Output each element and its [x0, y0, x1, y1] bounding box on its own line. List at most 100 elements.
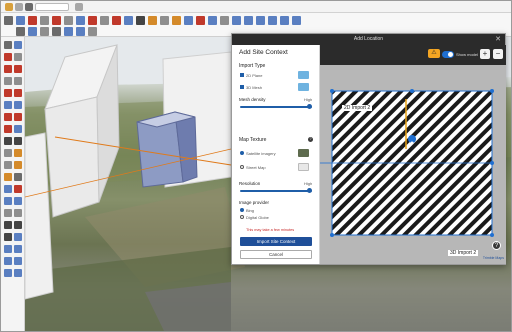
tape-icon[interactable] [136, 16, 145, 25]
close-icon[interactable]: ✕ [495, 34, 501, 45]
location-map[interactable]: ⚠ Show model + − 2D Import 2 3D Import 2… [320, 45, 506, 264]
look-around-icon[interactable] [4, 233, 12, 241]
zoom-window-icon[interactable] [14, 197, 22, 205]
arc-icon[interactable] [40, 16, 49, 25]
radio-satellite[interactable] [240, 151, 244, 155]
arc-tool-icon[interactable] [4, 89, 12, 97]
cancel-button[interactable]: Cancel [240, 250, 312, 259]
radio-street-map[interactable] [240, 165, 244, 169]
eraser-tool-icon[interactable] [14, 173, 22, 181]
checkbox-3d-mesh[interactable] [240, 85, 244, 89]
select-tool-icon[interactable] [4, 16, 13, 25]
top-view-icon[interactable] [244, 16, 253, 25]
move-tool-icon[interactable] [4, 113, 12, 121]
text-icon[interactable] [148, 16, 157, 25]
smoove-icon[interactable] [14, 245, 22, 253]
textured-icon[interactable] [76, 27, 85, 36]
zoom-tool-icon[interactable] [4, 197, 12, 205]
sandbox-icon[interactable] [4, 245, 12, 253]
offset-tool-icon[interactable] [14, 125, 22, 133]
checkbox-2d-plane[interactable] [240, 73, 244, 77]
zoom-extents-icon[interactable] [220, 16, 229, 25]
xray-icon[interactable] [28, 27, 37, 36]
paint-icon[interactable] [172, 16, 181, 25]
pie-icon[interactable] [14, 89, 22, 97]
freehand-icon[interactable] [14, 53, 22, 61]
handle-tl[interactable] [330, 89, 334, 93]
show-model-toggle[interactable] [442, 51, 454, 58]
resolution-knob[interactable] [307, 188, 312, 193]
zoom-icon[interactable] [208, 16, 217, 25]
resolution-slider[interactable] [240, 188, 312, 193]
shaded-icon[interactable] [64, 27, 73, 36]
right-view-icon[interactable] [268, 16, 277, 25]
position-camera-icon[interactable] [4, 221, 12, 229]
drape-icon[interactable] [14, 257, 22, 265]
menu-icon[interactable] [25, 3, 33, 11]
dimension-icon[interactable] [14, 137, 22, 145]
chevron-icon[interactable] [75, 3, 83, 11]
protractor-icon[interactable] [4, 149, 12, 157]
handle-bl[interactable] [330, 233, 334, 237]
flip-edge-icon[interactable] [14, 269, 22, 277]
push-pull-icon[interactable] [76, 16, 85, 25]
radio-digital-globe[interactable] [240, 215, 244, 219]
help-icon[interactable]: ? [308, 137, 313, 142]
search-box[interactable] [35, 3, 69, 11]
warning-icon[interactable]: ⚠ [428, 49, 440, 58]
polygon-icon[interactable] [14, 77, 22, 85]
rect-icon[interactable] [4, 65, 12, 73]
rotate-tool-icon[interactable] [14, 113, 22, 121]
pencil-icon[interactable] [28, 16, 37, 25]
pan-icon[interactable] [196, 16, 205, 25]
zoom-extents-tool-icon[interactable] [4, 209, 12, 217]
back-view-icon[interactable] [280, 16, 289, 25]
handle-br[interactable] [490, 233, 494, 237]
eraser-icon[interactable] [16, 16, 25, 25]
handle-tr[interactable] [490, 89, 494, 93]
previous-icon[interactable] [14, 209, 22, 217]
iso-view-icon[interactable] [232, 16, 241, 25]
lasso-icon[interactable] [14, 41, 22, 49]
mesh-density-slider[interactable] [240, 104, 312, 109]
pan-tool-icon[interactable] [14, 185, 22, 193]
orbit-icon[interactable] [184, 16, 193, 25]
monochrome-icon[interactable] [88, 27, 97, 36]
wireframe-icon[interactable] [40, 27, 49, 36]
3dtext-icon[interactable] [14, 161, 22, 169]
handle-top[interactable] [410, 89, 414, 93]
handle-right[interactable] [490, 161, 494, 165]
map-help-icon[interactable]: ? [492, 241, 501, 250]
rectangle-icon[interactable] [52, 16, 61, 25]
followme-icon[interactable] [14, 101, 22, 109]
left-view-icon[interactable] [292, 16, 301, 25]
hidden-line-icon[interactable] [52, 27, 61, 36]
scale-icon[interactable] [112, 16, 121, 25]
circle-tool-icon[interactable] [4, 77, 12, 85]
offset-icon[interactable] [124, 16, 133, 25]
select-icon[interactable] [4, 41, 12, 49]
walk-icon[interactable] [14, 221, 22, 229]
front-view-icon[interactable] [256, 16, 265, 25]
rotate-icon[interactable] [100, 16, 109, 25]
radio-bing[interactable] [240, 208, 244, 212]
rotated-rect-icon[interactable] [14, 65, 22, 73]
pushpull-tool-icon[interactable] [4, 101, 12, 109]
stamp-icon[interactable] [4, 257, 12, 265]
add-detail-icon[interactable] [4, 269, 12, 277]
axes-tool-icon[interactable] [4, 161, 12, 169]
mesh-density-knob[interactable] [307, 104, 312, 109]
scale-tool-icon[interactable] [4, 125, 12, 133]
axes-icon[interactable] [160, 16, 169, 25]
zoom-out-button[interactable]: − [493, 49, 503, 59]
zoom-in-button[interactable]: + [480, 49, 490, 59]
paint-tool-icon[interactable] [4, 173, 12, 181]
tray-icon[interactable] [5, 3, 13, 11]
settings-icon[interactable] [15, 3, 23, 11]
circle-icon[interactable] [64, 16, 73, 25]
section-icon[interactable] [16, 27, 25, 36]
move-icon[interactable] [88, 16, 97, 25]
line-icon[interactable] [4, 53, 12, 61]
import-site-context-button[interactable]: Import Site Context [240, 237, 312, 246]
tape-tool-icon[interactable] [4, 137, 12, 145]
